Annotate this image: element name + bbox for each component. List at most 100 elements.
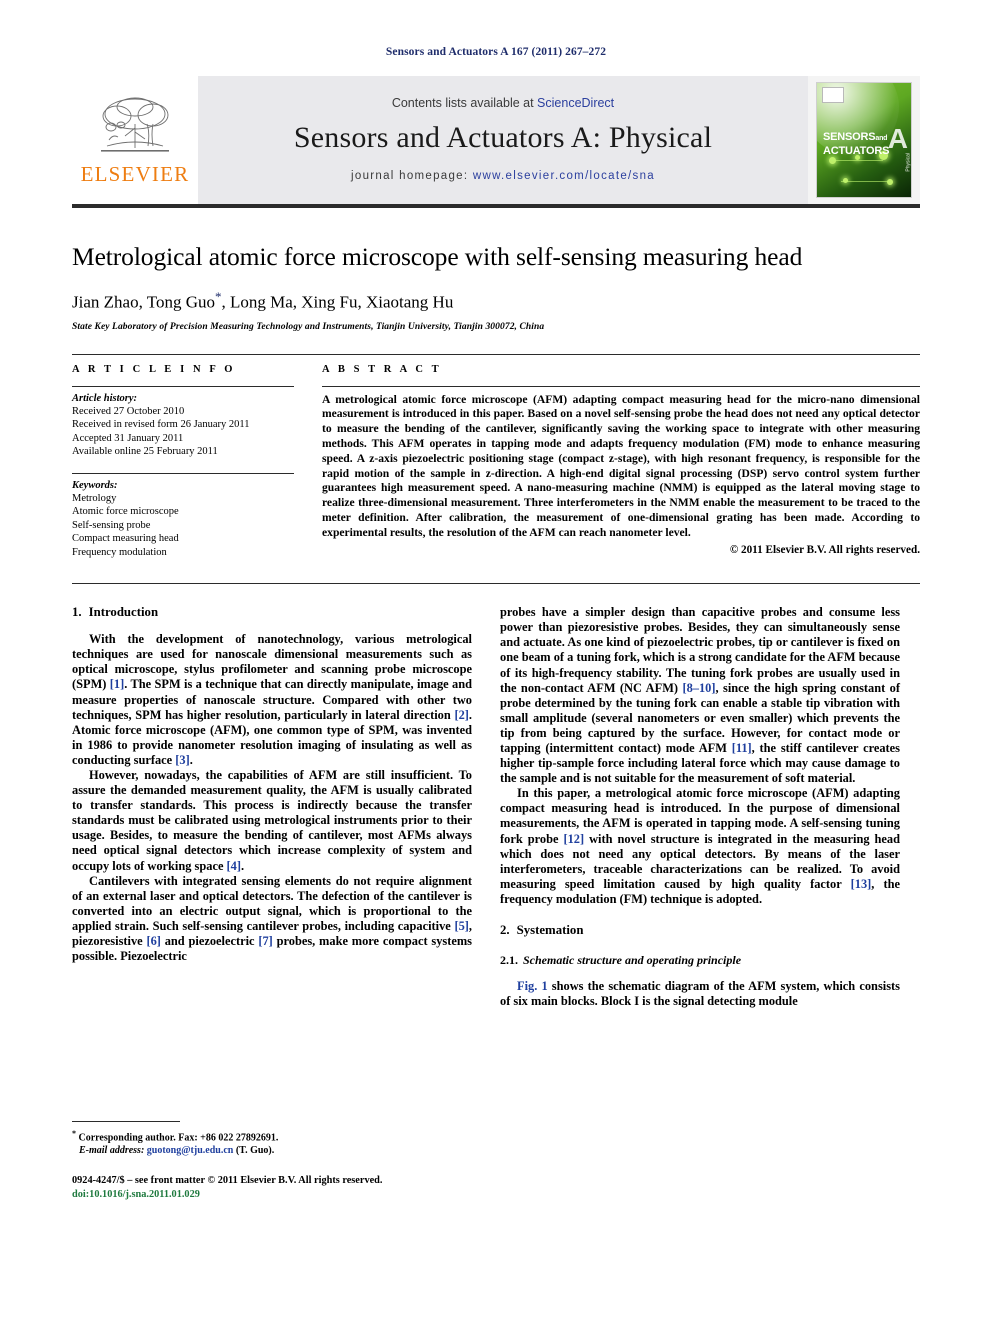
history-received: Received 27 October 2010 — [72, 405, 185, 417]
abstract-divider — [322, 385, 920, 387]
citation-link[interactable]: [3] — [175, 753, 189, 767]
keyword-item: Self-sensing probe — [72, 519, 151, 531]
section-number: 1. — [72, 605, 82, 620]
paragraph: With the development of nanotechnology, … — [72, 632, 472, 768]
affiliation: State Key Laboratory of Precision Measur… — [72, 321, 545, 332]
history-accepted: Accepted 31 January 2011 — [72, 432, 184, 444]
cover-title-and: and — [875, 135, 888, 142]
citation-link[interactable]: [8–10] — [682, 681, 715, 695]
issn-line: 0924-4247/$ – see front matter © 2011 El… — [72, 1175, 383, 1187]
article-history-heading: Article history: — [72, 392, 138, 404]
paragraph: However, nowadays, the capabilities of A… — [72, 768, 472, 874]
contents-list-line: Contents lists available at ScienceDirec… — [392, 96, 614, 110]
sciencedirect-link[interactable]: ScienceDirect — [537, 96, 614, 110]
section-title: Introduction — [88, 605, 159, 620]
section-title: Systemation — [516, 923, 584, 938]
abstract-label: A B S T R A C T — [322, 363, 442, 375]
subsection-heading-schematic: 2.1. Schematic structure and operating pr… — [500, 953, 900, 968]
history-online: Available online 25 February 2011 — [72, 446, 218, 458]
info-abstract-band: A R T I C L E I N F O Article history: R… — [72, 353, 920, 585]
homepage-url-link[interactable]: www.elsevier.com/locate/sna — [473, 170, 655, 182]
corresponding-author-text: Corresponding author. Fax: +86 022 27892… — [76, 1132, 279, 1144]
paragraph-text: . — [241, 858, 245, 873]
subsection-title: Schematic structure and operating princi… — [523, 953, 742, 968]
body-columns: 1. Introduction With the development of n… — [72, 605, 920, 1201]
citation-link[interactable]: [5] — [454, 919, 468, 933]
corresponding-author-footnote: * Corresponding author. Fax: +86 022 278… — [72, 1127, 472, 1144]
keyword-item: Metrology — [72, 492, 117, 504]
cover-title-line2: ACTUATORS — [823, 145, 890, 157]
citation-link[interactable]: [1] — [110, 677, 124, 691]
paragraph: Fig. 1 shows the schematic diagram of th… — [500, 979, 900, 1009]
paragraph: In this paper, a metrological atomic for… — [500, 786, 900, 907]
elsevier-wordmark: ELSEVIER — [80, 161, 190, 186]
cover-elsevier-badge-icon — [822, 87, 844, 103]
info-divider — [72, 385, 294, 387]
keywords-group: Keywords: Metrology Atomic force microsc… — [72, 480, 294, 560]
citation-link[interactable]: [7] — [258, 934, 272, 948]
cover-link-line — [831, 160, 883, 161]
doi-prefix: doi: — [72, 1188, 90, 1200]
title-block: Metrological atomic force microscope wit… — [72, 208, 920, 332]
doi-link[interactable]: 10.1016/j.sna.2011.01.029 — [89, 1189, 200, 1200]
authors-after-star: , Long Ma, Xing Fu, Xiaotang Hu — [221, 292, 454, 312]
article-info-column: A R T I C L E I N F O Article history: R… — [72, 364, 294, 574]
paragraph-text: However, nowadays, the capabilities of A… — [72, 768, 472, 873]
footnote-divider — [72, 1120, 180, 1122]
journal-cover-thumbnail: SENSORSand ACTUATORS A Physical — [808, 76, 920, 204]
homepage-prefix: journal homepage: — [351, 170, 473, 182]
abstract-copyright: © 2011 Elsevier B.V. All rights reserved… — [729, 543, 920, 556]
elsevier-logo: ELSEVIER — [72, 76, 198, 204]
body-column-right: probes have a simpler design than capaci… — [500, 605, 900, 1201]
email-suffix: (T. Guo). — [233, 1145, 275, 1157]
keywords-heading: Keywords: — [72, 479, 118, 491]
paragraph-text: shows the schematic diagram of the AFM s… — [500, 979, 900, 1009]
email-label: E-mail address: — [79, 1145, 145, 1157]
citation-link[interactable]: [11] — [732, 741, 752, 755]
cover-subtitle: Physical — [906, 153, 912, 172]
email-footnote: E-mail address: guotong@tju.edu.cn (T. G… — [72, 1144, 472, 1157]
article-history-group: Article history: Received 27 October 201… — [72, 393, 294, 459]
abstract-text: A metrological atomic force microscope (… — [322, 392, 920, 539]
citation-link[interactable]: [6] — [146, 934, 160, 948]
journal-masthead: ELSEVIER Contents lists available at Sci… — [72, 76, 920, 208]
masthead-center: Contents lists available at ScienceDirec… — [198, 76, 808, 204]
citation-link[interactable]: Fig. 1 — [517, 979, 548, 993]
email-link[interactable]: guotong@tju.edu.cn — [147, 1145, 234, 1156]
paragraph: probes have a simpler design than capaci… — [500, 605, 900, 786]
citation-link[interactable]: [2] — [454, 708, 468, 722]
citation-link[interactable]: [4] — [227, 859, 241, 873]
journal-title: Sensors and Actuators A: Physical — [293, 121, 713, 154]
section-heading-systemation: 2. Systemation — [500, 923, 900, 938]
contents-prefix: Contents lists available at — [391, 96, 538, 110]
history-revised: Received in revised form 26 January 2011 — [72, 419, 250, 431]
article-title: Metrological atomic force microscope wit… — [72, 242, 803, 271]
paragraph-text: Cantilevers with integrated sensing elem… — [72, 873, 472, 933]
keyword-item: Compact measuring head — [72, 533, 179, 545]
journal-homepage-line: journal homepage: www.elsevier.com/locat… — [351, 170, 655, 182]
cover-link-line — [841, 181, 891, 182]
cover-node-icon — [887, 179, 893, 185]
body-column-left: 1. Introduction With the development of n… — [72, 605, 472, 1201]
elsevier-tree-icon — [101, 97, 169, 152]
section-heading-introduction: 1. Introduction — [72, 605, 472, 620]
doi-line: doi:10.1016/j.sna.2011.01.029 — [72, 1188, 472, 1202]
paragraph-text: . The SPM is a technique that can direct… — [72, 677, 472, 722]
paragraph: Cantilevers with integrated sensing elem… — [72, 874, 472, 965]
citation-link[interactable]: [12] — [563, 832, 584, 846]
keyword-item: Atomic force microscope — [72, 506, 179, 518]
keyword-item: Frequency modulation — [72, 546, 167, 558]
footnote-area: * Corresponding author. Fax: +86 022 278… — [72, 1120, 472, 1202]
section-number: 2. — [500, 923, 510, 938]
cover-volume-letter: A — [887, 123, 908, 154]
paragraph-text: and piezoelectric — [160, 934, 259, 949]
cover-art: SENSORSand ACTUATORS A Physical — [816, 82, 912, 198]
paragraph-text: . — [189, 752, 193, 767]
author-list: Jian Zhao, Tong Guo*, Long Ma, Xing Fu, … — [72, 289, 920, 313]
running-head: Sensors and Actuators A 167 (2011) 267–2… — [385, 46, 607, 58]
citation-link[interactable]: [13] — [851, 877, 872, 891]
keywords-divider — [72, 472, 294, 474]
article-info-label: A R T I C L E I N F O — [72, 363, 236, 375]
cover-title: SENSORSand ACTUATORS — [823, 131, 889, 157]
subsection-number: 2.1. — [500, 953, 518, 968]
